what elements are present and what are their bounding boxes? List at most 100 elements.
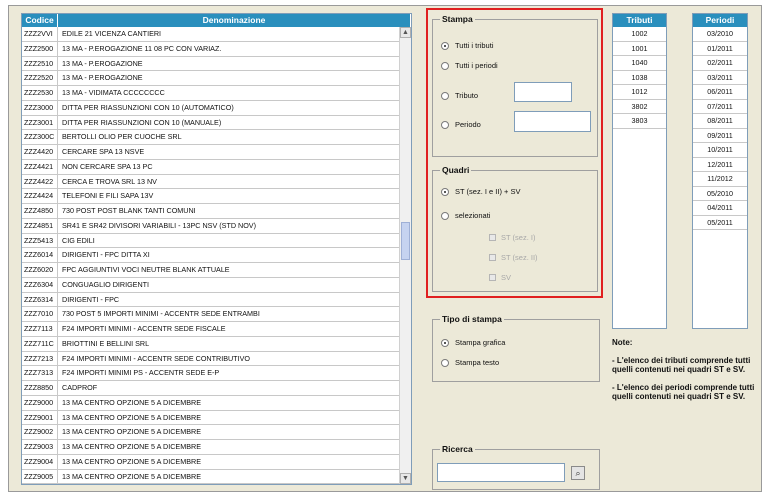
periodo-item[interactable]: 06/2011	[693, 85, 747, 100]
scroll-thumb[interactable]	[401, 222, 410, 260]
highlight-box	[426, 8, 603, 298]
table-body: ZZZ2VVI EDILE 21 VICENZA CANTIERI ZZZ2500 1…	[22, 27, 399, 484]
table-row[interactable]: ZZZ9002 13 MA CENTRO OPZIONE 5 A DICEMBRE	[22, 425, 399, 440]
table-row[interactable]: ZZZ7313 F24 IMPORTI MINIMI PS - ACCENTR S…	[22, 366, 399, 381]
periodo-item[interactable]: 10/2011	[693, 143, 747, 158]
tributo-item[interactable]: 1012	[613, 85, 666, 100]
table-row[interactable]: ZZZ9000 13 MA CENTRO OPZIONE 5 A DICEMBRE	[22, 395, 399, 411]
cell-denominazione: 13 MA CENTRO OPZIONE 5 A DICEMBRE	[58, 484, 399, 485]
periodo-item[interactable]: 12/2011	[693, 158, 747, 172]
list-empty-row	[693, 245, 747, 260]
table-row[interactable]: ZZZ6314 DIRIGENTI - FPC	[22, 292, 399, 308]
periodo-item[interactable]: 05/2011	[693, 216, 747, 230]
table-row[interactable]: ZZZ2530 13 MA - VIDIMATA CCCCCCCC	[22, 86, 399, 101]
list-empty-row	[613, 158, 666, 173]
table-row[interactable]: ZZZ2VVI EDILE 21 VICENZA CANTIERI	[22, 27, 399, 42]
periodo-item[interactable]: 03/2011	[693, 71, 747, 85]
list-empty-row	[693, 230, 747, 245]
table-row[interactable]: ZZZ2500 13 MA - P.EROGAZIONE 11 08 PC CON…	[22, 41, 399, 57]
periodo-item[interactable]: 04/2011	[693, 201, 747, 216]
radio-stampa-testo[interactable]: Stampa testo	[441, 358, 499, 367]
table-row[interactable]: ZZZ900613 MA CENTRO OPZIONE 5 A DICEMBRE	[22, 484, 399, 485]
list-empty-row	[613, 274, 666, 289]
scroll-down-icon[interactable]: ▼	[400, 473, 411, 484]
cell-denominazione: CONGUAGLIO DIRIGENTI	[62, 279, 150, 289]
periodo-item[interactable]: 07/2011	[693, 100, 747, 114]
cell-denominazione: 13 MA CENTRO OPZIONE 5 A DICEMBRE	[62, 412, 201, 422]
tributi-list: Tributi 1002 1001 1040 1038 1012 3802 3803	[612, 13, 667, 329]
cell-codice: ZZZ300C	[22, 130, 58, 144]
table-row[interactable]: ZZZ6304 CONGUAGLIO DIRIGENTI	[22, 277, 399, 293]
periodo-item[interactable]: 01/2011	[693, 42, 747, 56]
table-row[interactable]: ZZZ5413 CIG EDILI	[22, 233, 399, 249]
radio-icon[interactable]	[441, 358, 449, 367]
tributo-item[interactable]: 3802	[613, 100, 666, 114]
periodo-item[interactable]: 09/2011	[693, 129, 747, 143]
table-row[interactable]: ZZZ7213 F24 IMPORTI MINIMI - ACCENTR SEDE…	[22, 351, 399, 367]
table-row[interactable]: ZZZ2520 13 MA - P.EROGAZIONE	[22, 71, 399, 86]
table-row[interactable]: ZZZ9005 13 MA CENTRO OPZIONE 5 A DICEMBRE	[22, 469, 399, 484]
search-button[interactable]: ⌕	[571, 466, 585, 480]
table-row[interactable]: ZZZ3000 DITTA PER RIASSUNZIONI CON 10 (AU…	[22, 100, 399, 116]
table-row[interactable]: ZZZ6014 DIRIGENTI - FPC DITTA XI	[22, 248, 399, 263]
tributo-item[interactable]: 1002	[613, 27, 666, 42]
tributi-items: 1002 1001 1040 1038 1012 3802 3803	[613, 27, 666, 317]
ricerca-input[interactable]	[437, 463, 565, 482]
table-row[interactable]: ZZZ2510 13 MA - P.EROGAZIONE	[22, 56, 399, 72]
cell-denominazione: 13 MA - P.EROGAZIONE	[62, 73, 143, 83]
tributo-item[interactable]: 1040	[613, 56, 666, 71]
cell-denominazione: CADPROF	[62, 383, 98, 392]
table-row[interactable]: ZZZ4851 SR41 E SR42 DIVISORI VARIABILI - …	[22, 218, 399, 234]
table-row[interactable]: ZZZ8850 CADPROF	[22, 381, 399, 396]
table-row[interactable]: ZZZ7010 730 POST 5 IMPORTI MINIMI - ACCEN…	[22, 307, 399, 322]
scroll-up-icon[interactable]: ▲	[400, 27, 411, 38]
table-row[interactable]: ZZZ9003 13 MA CENTRO OPZIONE 5 A DICEMBRE	[22, 440, 399, 455]
table-row[interactable]: ZZZ711C BRIOTTINI E BELLINI SRL	[22, 336, 399, 352]
periodo-item[interactable]: 08/2011	[693, 114, 747, 129]
radio-icon[interactable]	[441, 338, 449, 347]
table-row[interactable]: ZZZ4424 TELEFONI E FILI SAPA 13V	[22, 189, 399, 204]
table-row[interactable]: ZZZ9001 13 MA CENTRO OPZIONE 5 A DICEMBRE	[22, 410, 399, 426]
tributo-item[interactable]: 3803	[613, 114, 666, 129]
cell-denominazione: F24 IMPORTI MINIMI - ACCENTR SEDE CONTRI…	[62, 353, 250, 363]
cell-denominazione: EDILE 21 VICENZA CANTIERI	[62, 29, 162, 38]
column-header-codice[interactable]: Codice	[22, 14, 58, 27]
table-row[interactable]: ZZZ300C BERTOLLI OLIO PER CUOCHE SRL	[22, 130, 399, 145]
cell-denominazione: 13 MA CENTRO OPZIONE 5 A DICEMBRE	[62, 471, 201, 481]
column-header-denominazione[interactable]: Denominazione	[58, 14, 411, 27]
cell-codice: ZZZ9004	[22, 454, 58, 469]
periodo-item[interactable]: 05/2010	[693, 187, 747, 201]
table-row[interactable]: ZZZ4421 NON CERCARE SPA 13 PC	[22, 159, 399, 175]
list-empty-row	[613, 143, 666, 158]
table-header: Codice Denominazione	[22, 14, 411, 27]
table-row[interactable]: ZZZ6020 FPC AGGIUNTIVI VOCI NEUTRE BLANK …	[22, 263, 399, 278]
cell-denominazione: FPC AGGIUNTIVI VOCI NEUTRE BLANK ATTUALE	[62, 265, 230, 274]
table-row[interactable]: ZZZ4420 CERCARE SPA 13 NSVE	[22, 145, 399, 160]
cell-denominazione: 13 MA CENTRO OPZIONE 5 A DICEMBRE	[62, 427, 201, 437]
table-row[interactable]: ZZZ9004 13 MA CENTRO OPZIONE 5 A DICEMBRE	[22, 454, 399, 470]
periodo-item[interactable]: 11/2012	[693, 172, 747, 187]
cell-codice: ZZZ6014	[22, 248, 58, 262]
table-row[interactable]: ZZZ4422 CERCA E TROVA SRL 13 NV	[22, 174, 399, 190]
notes-panel: Note: - L'elenco dei tributi comprende t…	[612, 338, 758, 410]
cell-codice: ZZZ7213	[22, 351, 58, 366]
cell-denominazione: DIRIGENTI - FPC	[62, 294, 120, 304]
search-icon: ⌕	[575, 468, 581, 478]
tributo-item[interactable]: 1001	[613, 42, 666, 56]
table-row[interactable]: ZZZ7113 F24 IMPORTI MINIMI - ACCENTR SEDE…	[22, 322, 399, 337]
radio-stampa-grafica[interactable]: Stampa grafica	[441, 338, 505, 347]
tipo-stampa-title: Tipo di stampa	[440, 314, 504, 324]
table-scrollbar[interactable]: ▲ ▼	[399, 27, 411, 484]
cell-codice: ZZZ2510	[22, 56, 58, 71]
list-empty-row	[613, 172, 666, 187]
cell-codice: ZZZ9005	[22, 469, 58, 484]
companies-table: Codice Denominazione ZZZ2VVI EDILE 21 VIC…	[21, 13, 412, 485]
periodo-item[interactable]: 03/2010	[693, 27, 747, 42]
cell-codice: ZZZ2VVI	[22, 27, 58, 41]
cell-codice: ZZZ4421	[22, 159, 58, 174]
table-row[interactable]: ZZZ4850 730 POST POST BLANK TANTI COMUNI	[22, 204, 399, 219]
cell-codice: ZZZ4422	[22, 174, 58, 189]
periodo-item[interactable]: 02/2011	[693, 56, 747, 71]
table-row[interactable]: ZZZ3001 DITTA PER RIASSUNZIONI CON 10 (MA…	[22, 115, 399, 131]
tributo-item[interactable]: 1038	[613, 71, 666, 85]
